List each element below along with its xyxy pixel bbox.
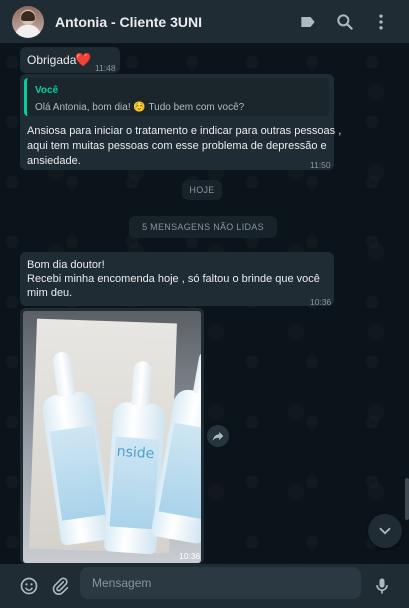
- chat-area[interactable]: Obrigada ❤️ 11:48 Você Olá Antonia, bom …: [0, 44, 409, 564]
- message-photo[interactable]: nside 10:36: [23, 311, 201, 563]
- scroll-down-button[interactable]: [368, 514, 402, 548]
- quoted-message[interactable]: Você Olá Antonia, bom dia! ☺️ Tudo bem c…: [24, 78, 329, 116]
- quote-text: Olá Antonia, bom dia! ☺️ Tudo bem com vo…: [35, 102, 245, 113]
- quote-author: Você: [35, 85, 59, 96]
- message-text: Ansiosa para iniciar o tratamento e indi…: [27, 124, 341, 169]
- forward-icon: [212, 431, 224, 441]
- message-line: Bom dia doutor!: [27, 259, 105, 271]
- forward-button[interactable]: [207, 425, 229, 447]
- message-time: 11:50: [310, 160, 331, 170]
- date-divider: HOJE: [182, 180, 222, 200]
- scrollbar[interactable]: [405, 478, 409, 520]
- attach-icon[interactable]: [50, 576, 70, 596]
- unread-divider: 5 MENSAGENS NÃO LIDAS: [129, 216, 277, 238]
- chevron-down-icon: [379, 527, 391, 535]
- message-line: Ansiosa para iniciar o tratamento e indi…: [27, 125, 342, 137]
- message-line: aqui tem muitas pessoas com esse problem…: [27, 140, 327, 152]
- message-text: Obrigada: [27, 53, 77, 67]
- message-line: Recebi minha encomenda hoje , só faltou …: [27, 273, 320, 285]
- message-time: 10:36: [310, 297, 332, 307]
- message-bubble[interactable]: Bom dia doutor! Recebi minha encomenda h…: [20, 252, 334, 307]
- menu-icon[interactable]: [371, 12, 391, 32]
- message-bubble[interactable]: Obrigada ❤️ 11:48: [20, 47, 120, 73]
- message-text: Bom dia doutor! Recebi minha encomenda h…: [27, 258, 320, 300]
- chat-header: Antonia - Cliente 3UNI: [0, 0, 409, 44]
- mic-icon[interactable]: [372, 576, 392, 596]
- search-icon[interactable]: [335, 12, 355, 32]
- message-time: 10:36: [179, 551, 201, 561]
- label-icon[interactable]: [298, 12, 318, 32]
- heart-emoji: ❤️: [75, 52, 92, 67]
- message-line: mim deu.: [27, 287, 73, 299]
- bottle-brand: nside: [116, 443, 155, 463]
- message-bubble[interactable]: Você Olá Antonia, bom dia! ☺️ Tudo bem c…: [20, 74, 341, 170]
- contact-name[interactable]: Antonia - Cliente 3UNI: [55, 14, 202, 30]
- message-line: ansiedade.: [27, 155, 81, 167]
- contact-avatar[interactable]: [12, 6, 44, 38]
- emoji-icon[interactable]: [19, 576, 39, 596]
- message-input[interactable]: [80, 567, 361, 599]
